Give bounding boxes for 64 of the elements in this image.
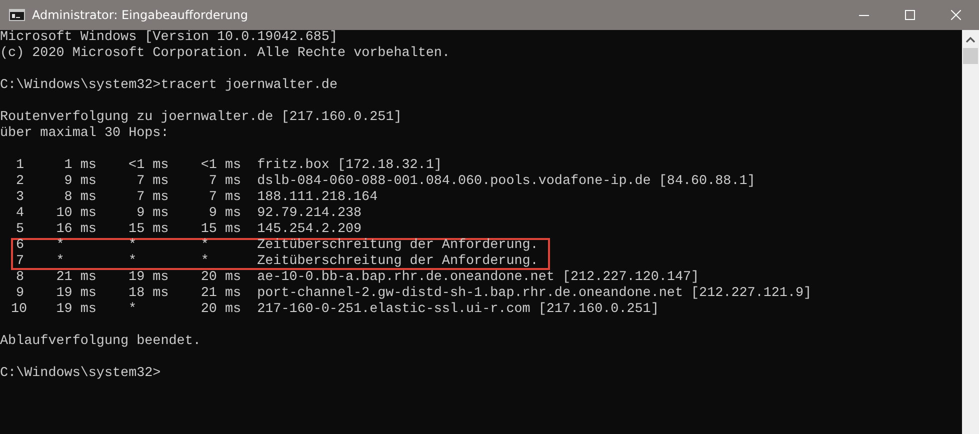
close-icon[interactable]: [951, 10, 961, 20]
hop-number: 8: [16, 270, 24, 285]
hop-time: 1 ms: [64, 158, 96, 173]
hop-time: 15 ms: [200, 222, 242, 237]
hop-time: *: [200, 254, 209, 269]
hop-host: 92.79.214.238: [257, 206, 362, 222]
hop-number: 7: [16, 254, 24, 269]
hop-time: 16 ms: [56, 222, 96, 237]
hop-time: 21 ms: [56, 270, 96, 285]
hop-time: 18 ms: [128, 286, 169, 301]
console-line: Routenverfolgung zu joernwalter.de [217.160.0.251]: [0, 110, 402, 125]
hop-time: 20 ms: [200, 270, 242, 285]
hop-host: Zeitüberschreitung der Anforderung.: [257, 254, 538, 270]
hop-time: 7 ms: [208, 174, 242, 189]
hop-time: *: [128, 254, 137, 269]
hop-time: *: [200, 238, 209, 253]
hop-time: 9 ms: [136, 206, 169, 221]
window-title: Administrator: Eingabeaufforderung: [32, 8, 248, 22]
hop-time: *: [56, 254, 64, 269]
hop-time: <1 ms: [200, 158, 242, 173]
hop-time: 19 ms: [56, 286, 96, 301]
hop-time: 10 ms: [56, 206, 96, 221]
hop-number: 3: [16, 190, 24, 205]
hop-time: 19 ms: [128, 270, 169, 285]
hop-host: port-channel-2.gw-distd-sh-1.bap.rhr.de.oneandone.net [212.227.121.9]: [257, 286, 812, 302]
hop-time: 21 ms: [200, 286, 242, 301]
hop-host: 188.111.218.164: [257, 190, 378, 206]
scrollbar[interactable]: [962, 30, 979, 434]
hop-time: 9 ms: [208, 206, 242, 221]
hop-number: 5: [16, 222, 24, 237]
console-line: Ablaufverfolgung beendet.: [0, 334, 201, 349]
hop-time: 9 ms: [64, 174, 96, 189]
hop-time: 7 ms: [136, 174, 169, 189]
hop-time: 7 ms: [136, 190, 169, 205]
hop-time: *: [128, 238, 137, 253]
hop-time: *: [56, 238, 64, 253]
hop-number: 4: [16, 206, 24, 221]
hop-time: 20 ms: [200, 302, 242, 317]
hop-host: 145.254.2.209: [257, 222, 362, 238]
hop-time: *: [128, 302, 137, 317]
hop-number: 6: [16, 238, 24, 253]
console-line: Microsoft Windows [Version 10.0.19042.685]: [0, 30, 338, 45]
hop-host: fritz.box [172.18.32.1]: [257, 158, 442, 174]
hop-time: 8 ms: [64, 190, 96, 205]
console-line: C:\Windows\system32>tracert joernwalter.de: [0, 78, 338, 93]
console-line: über maximal 30 Hops:: [0, 126, 169, 141]
hop-time: <1 ms: [128, 158, 169, 173]
console-line: C:\Windows\system32>: [0, 366, 161, 381]
hop-host: dslb-084-060-088-001.084.060.pools.vodafone-ip.de [84.60.88.1]: [257, 174, 756, 190]
hop-number: 2: [16, 174, 24, 189]
hop-host: ae-10-0.bb-a.bap.rhr.de.oneandone.net [212.227.120.147]: [257, 270, 700, 286]
terminal-icon: [9, 9, 25, 21]
hop-number: 1: [16, 158, 24, 173]
scroll-up-icon[interactable]: [966, 37, 975, 43]
maximize-icon[interactable]: [905, 10, 915, 20]
hop-host: 217-160-0-251.elastic-ssl.ui-r.com [217.160.0.251]: [257, 302, 659, 318]
hop-host: Zeitüberschreitung der Anforderung.: [257, 238, 538, 254]
console-line: (c) 2020 Microsoft Corporation. Alle Rechte vorbehalten.: [0, 46, 450, 61]
hop-number: 9: [16, 286, 24, 301]
hop-time: 19 ms: [56, 302, 96, 317]
hop-number: 10: [11, 302, 28, 317]
scroll-thumb[interactable]: [963, 48, 978, 64]
hop-time: 7 ms: [208, 190, 242, 205]
hop-time: 15 ms: [128, 222, 169, 237]
